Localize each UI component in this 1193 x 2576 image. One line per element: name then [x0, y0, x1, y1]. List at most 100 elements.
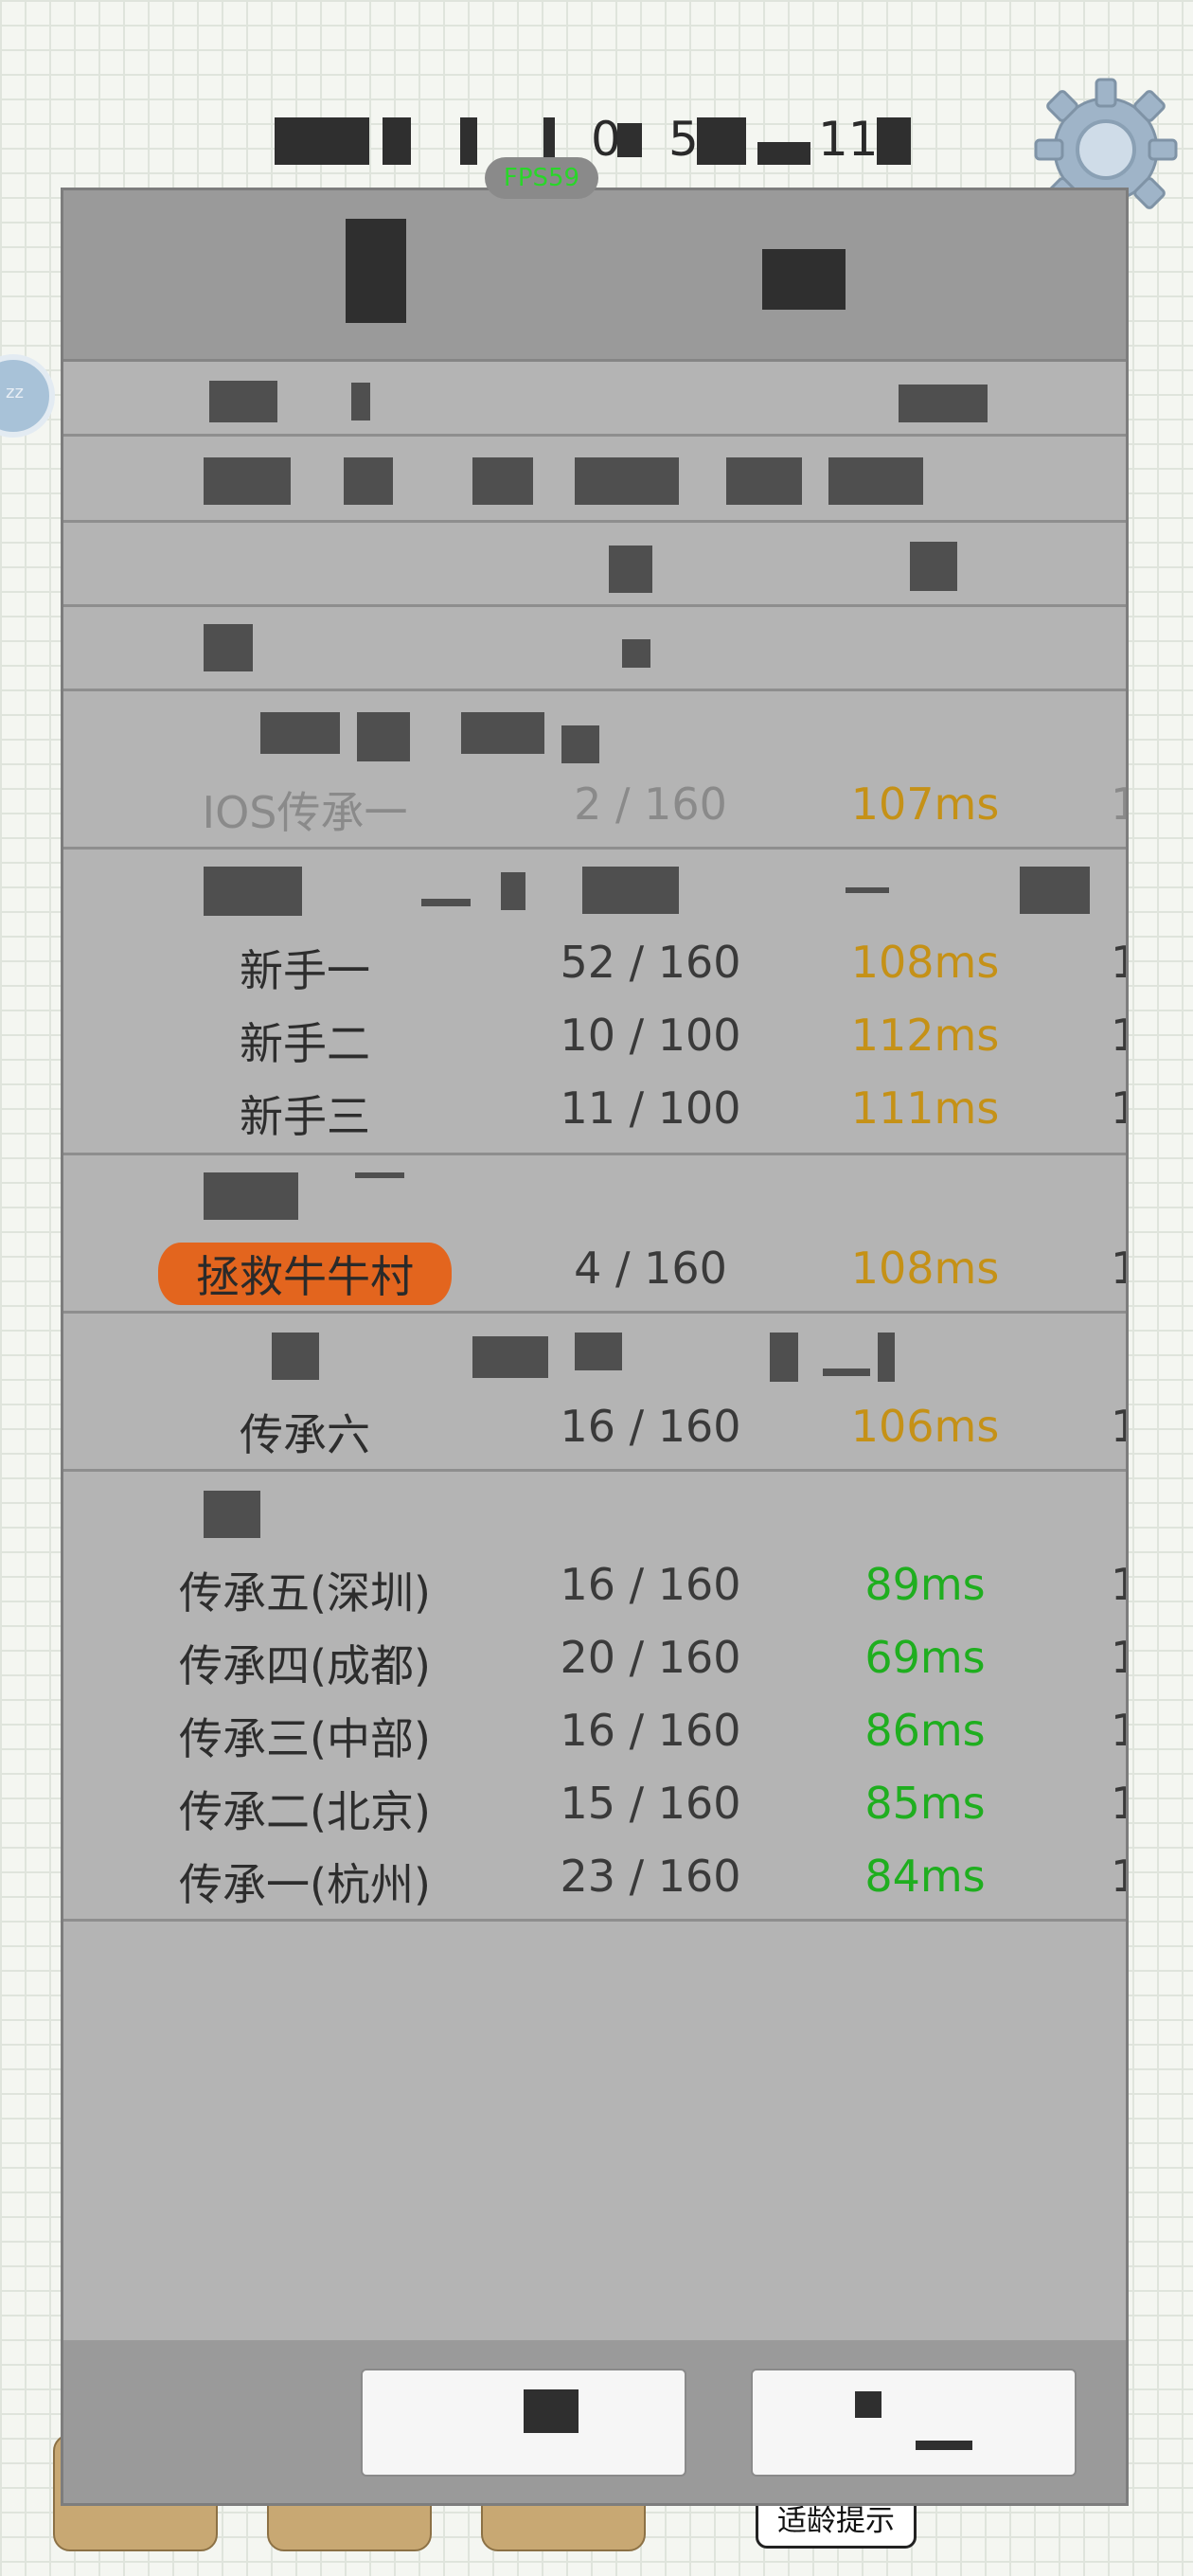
server-name: 传承四(成都): [179, 1640, 431, 1691]
redacted-text: [460, 117, 477, 165]
redacted-text: [204, 457, 291, 505]
server-name: 传承二(北京): [179, 1786, 431, 1837]
redacted-text: [575, 1333, 622, 1370]
ping-value: 108ms: [850, 1243, 1000, 1294]
ping-value: 108ms: [850, 937, 1000, 988]
player-count: 4 / 160: [574, 1243, 727, 1294]
ping-value: 89ms: [864, 1559, 986, 1610]
ping-value: 84ms: [864, 1851, 986, 1902]
server-row[interactable]: 新手二 10 / 100 112ms 1: [63, 1002, 1126, 1074]
redacted-text: [260, 712, 340, 754]
player-count: 2 / 160: [574, 778, 727, 830]
player-count: 10 / 100: [560, 1010, 741, 1061]
player-count: 52 / 160: [560, 937, 741, 988]
redacted-text: [204, 1491, 260, 1538]
server-name: 新手三: [240, 1091, 370, 1142]
server-list-dialog: IOS传承一 2 / 160 107ms 1 新手一 52 / 160 108m…: [61, 188, 1129, 2506]
hud-text-fragment: 11: [818, 112, 879, 167]
server-name: 传承一(杭州): [179, 1859, 431, 1910]
redacted-text: [757, 142, 810, 165]
server-name: 拯救牛牛村: [63, 1243, 546, 1305]
confirm-button[interactable]: [751, 2369, 1077, 2477]
notice-row: [63, 523, 1126, 607]
redacted-text: [351, 383, 370, 420]
dialog-header: [63, 190, 1126, 362]
redacted-text: [344, 457, 393, 505]
redacted-text: [383, 117, 411, 165]
redacted-text: [461, 712, 544, 754]
server-name: 新手一: [240, 945, 370, 996]
redacted-text: [209, 381, 277, 422]
player-count: 23 / 160: [560, 1851, 741, 1902]
notice-row: [63, 607, 1126, 691]
server-extra: 1: [1111, 1632, 1126, 1683]
server-row[interactable]: 传承一(杭州) 23 / 160 84ms 1: [63, 1843, 1126, 1915]
ping-value: 112ms: [850, 1010, 1000, 1061]
hud-text-fragment: 5: [668, 112, 699, 167]
server-row[interactable]: 新手一 52 / 160 108ms 1: [63, 929, 1126, 1001]
server-row[interactable]: 传承二(北京) 15 / 160 85ms 1: [63, 1770, 1126, 1842]
highlighted-server-name: 拯救牛牛村: [158, 1243, 452, 1305]
redacted-text: [762, 249, 846, 310]
server-extra: 1: [1111, 1243, 1126, 1294]
redacted-text: [828, 457, 923, 505]
server-name: IOS传承一: [202, 787, 408, 838]
ping-value: 106ms: [850, 1401, 1000, 1452]
server-row[interactable]: 传承四(成都) 20 / 160 69ms 1: [63, 1624, 1126, 1696]
server-row[interactable]: 传承五(深圳) 16 / 160 89ms 1: [63, 1551, 1126, 1623]
ping-value: 69ms: [864, 1632, 986, 1683]
server-extra: 1: [1111, 778, 1126, 830]
redacted-text: [204, 867, 302, 916]
redacted-text: [582, 867, 679, 914]
redacted-text: [355, 1172, 404, 1178]
column-header-row: [63, 362, 1126, 437]
server-group-legacy6: 传承六 16 / 160 106ms 1: [63, 1314, 1126, 1472]
redacted-text: [617, 123, 642, 157]
server-row[interactable]: 新手三 11 / 100 111ms 1: [63, 1075, 1126, 1147]
redacted-text: [877, 117, 911, 165]
server-extra: 1: [1111, 1705, 1126, 1756]
server-row[interactable]: 传承六 16 / 160 106ms 1: [63, 1393, 1126, 1465]
cancel-button[interactable]: [361, 2369, 686, 2477]
dialog-footer: [63, 2340, 1126, 2503]
server-group-rescue: 拯救牛牛村 4 / 160 108ms 1: [63, 1155, 1126, 1314]
player-count: 16 / 160: [560, 1559, 741, 1610]
server-extra: 1: [1111, 1082, 1126, 1134]
server-name: 新手二: [240, 1018, 370, 1069]
server-row[interactable]: IOS传承一 2 / 160 107ms 1: [63, 771, 1127, 843]
redacted-text: [204, 1172, 298, 1220]
server-row[interactable]: 传承三(中部) 16 / 160 86ms 1: [63, 1697, 1126, 1769]
redacted-text: [524, 2389, 579, 2433]
ping-value: 86ms: [864, 1705, 986, 1756]
redacted-text: [357, 712, 410, 761]
server-name: 传承五(深圳): [179, 1567, 431, 1619]
redacted-text: [1020, 867, 1090, 914]
server-name: 传承三(中部): [179, 1713, 431, 1764]
redacted-text: [899, 385, 988, 422]
redacted-text: [346, 219, 406, 323]
player-count: 16 / 160: [560, 1705, 741, 1756]
ping-value: 85ms: [864, 1778, 986, 1829]
player-count: 15 / 160: [560, 1778, 741, 1829]
redacted-text: [561, 725, 599, 763]
server-row[interactable]: 拯救牛牛村 4 / 160 108ms 1: [63, 1235, 1126, 1307]
redacted-text: [846, 887, 889, 893]
server-extra: 1: [1111, 1778, 1126, 1829]
notice-row: [63, 437, 1126, 523]
server-group-ios: IOS传承一 2 / 160 107ms 1: [63, 691, 1126, 850]
redacted-text: [472, 1336, 548, 1378]
server-name: 传承六: [240, 1409, 370, 1460]
redacted-text: [823, 1368, 870, 1376]
redacted-text: [421, 899, 471, 906]
redacted-text: [878, 1333, 895, 1382]
redacted-text: [204, 624, 253, 671]
server-extra: 1: [1111, 1559, 1126, 1610]
side-badge-icon[interactable]: zz: [0, 354, 55, 438]
redacted-text: [916, 2441, 972, 2450]
redacted-text: [501, 872, 525, 910]
redacted-text: [472, 457, 533, 505]
redacted-text: [726, 457, 802, 505]
server-extra: 1: [1111, 1401, 1126, 1452]
redacted-text: [910, 542, 957, 591]
redacted-text: [275, 117, 369, 165]
